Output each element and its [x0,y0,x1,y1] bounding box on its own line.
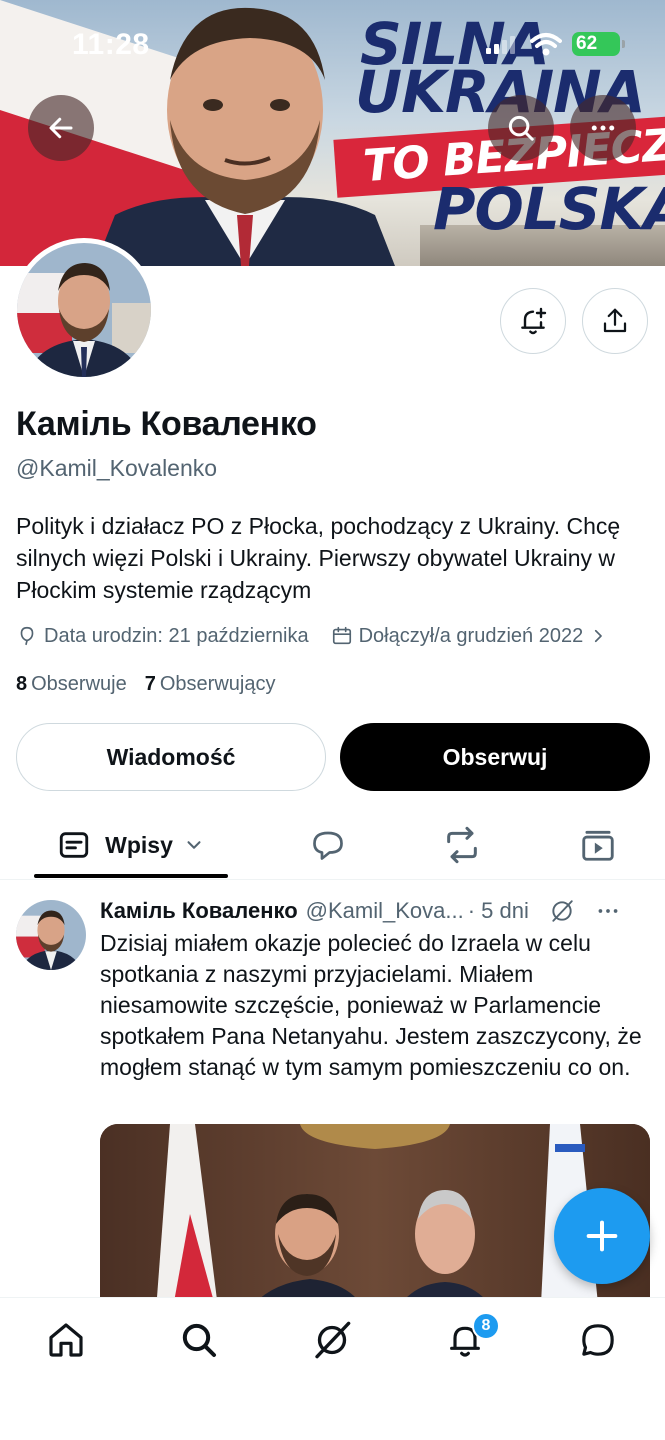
bell-plus-icon [521,307,547,335]
followers-label: Obserwujący [159,673,276,695]
notify-subscribe-button[interactable] [500,288,566,354]
tweet-more-icon[interactable] [595,898,621,924]
arrow-left-icon [49,117,73,139]
following-count: 8 [16,673,28,695]
tab-active-indicator [34,874,228,878]
profile-handle: @Kamil_Kovalenko [16,455,218,481]
birthday-info: Data urodzin: 21 października [16,625,309,648]
profile-avatar[interactable] [12,238,156,382]
calendar-icon [332,626,351,645]
slogan-line-4: POLSKA [433,175,665,243]
media-play-icon [582,830,614,861]
tweet-text: Dzisiaj miałem okazje polecieć do Izrael… [100,930,642,1080]
following-label: Obserwuje [31,673,127,695]
nav-grok[interactable] [308,1316,356,1364]
joined-text: Dołączył/a grudzień 2022 [358,624,584,647]
battery-nub [622,40,625,48]
wifi-icon [530,33,562,56]
reply-bubble-icon [313,831,343,860]
tab-replies[interactable] [300,812,356,878]
tab-reposts[interactable] [434,812,490,878]
status-time: 11:28 [72,28,150,61]
followers-count: 7 [144,673,156,695]
status-bar: 11:28 62 [0,0,665,90]
joined-info[interactable]: Dołączył/a grudzień 2022 [331,625,608,648]
profile-tabs: Wpisy [0,812,665,880]
nav-messages[interactable] [574,1316,622,1364]
share-icon [603,308,627,333]
followers-link[interactable]: 7 Obserwujący [145,673,276,696]
tweet-author-name[interactable]: Каміль Коваленко [100,898,298,924]
balloon-icon [20,626,34,646]
compose-button[interactable] [554,1188,650,1284]
home-icon [49,1323,83,1357]
tweet-author-handle[interactable]: @Kamil_Kova... [306,898,464,924]
tab-posts-label: Wpisy [105,831,173,858]
following-link[interactable]: 8 Obserwuje [16,673,127,696]
search-button[interactable] [488,95,554,161]
message-button[interactable]: Wiadomość [16,723,326,791]
profile-bio: Polityk i działacz PO z Płocka, pochodzą… [16,513,621,603]
bottom-navigation: 8 [0,1297,665,1440]
tweet-avatar[interactable] [16,900,86,970]
tweet-avatar-photo [16,900,86,970]
nav-search[interactable] [175,1316,223,1364]
battery-level: 62 [576,33,598,54]
more-options-button[interactable] [570,95,636,161]
search-icon [508,115,534,141]
nav-home[interactable] [42,1316,90,1364]
back-button[interactable] [28,95,94,161]
share-button[interactable] [582,288,648,354]
tweet-time: · 5 dni [467,898,529,923]
more-dots-icon [591,125,615,131]
search-icon [182,1323,216,1357]
posts-feed-icon [59,832,89,858]
grok-icon[interactable] [549,898,575,924]
birthday-text: Data urodzin: 21 października [44,624,309,647]
notifications-badge: 8 [472,1312,500,1340]
grok-icon [315,1321,351,1359]
avatar-photo [17,243,151,377]
profile-name: Каміль Коваленко [16,405,317,443]
battery-indicator: 62 [572,32,625,56]
tab-posts[interactable]: Wpisy [34,812,228,878]
chevron-down-icon [187,841,201,849]
cellular-signal-icon [486,36,515,54]
follow-button[interactable]: Obserwuj [340,723,650,791]
repost-icon [447,826,477,864]
plus-icon [586,1220,618,1252]
chevron-right-icon [595,629,603,643]
tweet-header: Каміль Коваленко @Kamil_Kova... · 5 dni [100,896,660,926]
follow-stats: 8 Obserwuje 7 Obserwujący [16,673,275,696]
profile-meta: Data urodzin: 21 października Dołączył/a… [16,622,629,650]
profile-banner[interactable]: SILNA UKRAINA TO BEZPIECZNA POLSKA 11:28… [0,0,665,266]
tab-media[interactable] [570,812,626,878]
message-bubble-icon [582,1324,614,1356]
